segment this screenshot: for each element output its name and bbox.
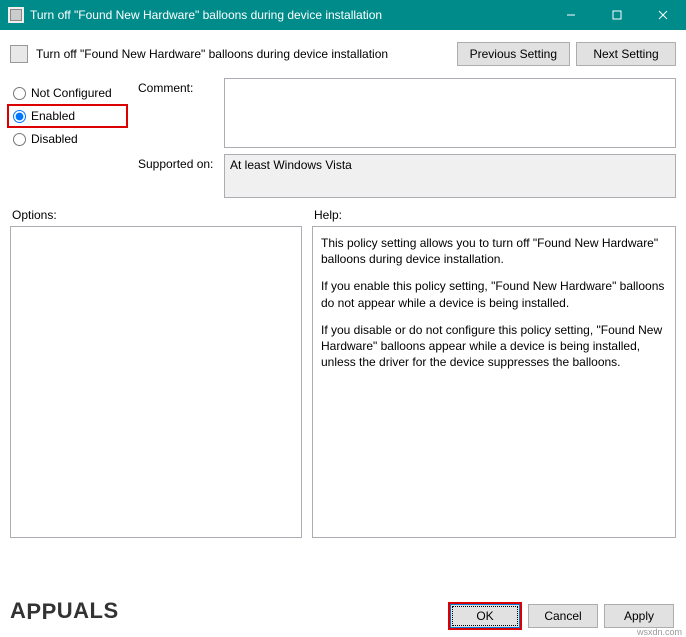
help-box[interactable]: This policy setting allows you to turn o… — [312, 226, 676, 538]
mid-section: Options: Help: This policy setting allow… — [10, 208, 676, 538]
title-bar: Turn off "Found New Hardware" balloons d… — [0, 0, 686, 30]
previous-setting-button[interactable]: Previous Setting — [457, 42, 570, 66]
options-column: Options: — [10, 208, 302, 538]
options-label: Options: — [10, 208, 302, 222]
help-paragraph-3: If you disable or do not configure this … — [321, 322, 667, 371]
state-radio-group: Not Configured Enabled Disabled — [10, 78, 128, 198]
minimize-button[interactable] — [548, 0, 594, 30]
radio-disabled-input[interactable] — [13, 133, 26, 146]
window-controls — [548, 0, 686, 30]
header-row: Turn off "Found New Hardware" balloons d… — [10, 38, 676, 74]
help-label: Help: — [312, 208, 676, 222]
radio-disabled-label: Disabled — [31, 132, 78, 146]
ok-highlight: OK — [448, 602, 522, 630]
gpedit-icon — [8, 7, 24, 23]
watermark-text-rest: UALS — [57, 598, 119, 624]
watermark-text-pp: PP — [26, 599, 56, 625]
radio-not-configured-input[interactable] — [13, 87, 26, 100]
comment-input[interactable] — [224, 78, 676, 148]
supported-row: Supported on: — [138, 154, 676, 198]
policy-icon — [10, 45, 28, 63]
radio-disabled[interactable]: Disabled — [10, 128, 128, 150]
window-title: Turn off "Found New Hardware" balloons d… — [30, 8, 548, 22]
help-paragraph-1: This policy setting allows you to turn o… — [321, 235, 667, 267]
nav-buttons: Previous Setting Next Setting — [457, 42, 676, 66]
ok-button[interactable]: OK — [450, 604, 520, 628]
watermark-text-a: A — [10, 598, 26, 624]
cancel-button[interactable]: Cancel — [528, 604, 598, 628]
radio-enabled-label: Enabled — [31, 109, 75, 123]
supported-label: Supported on: — [138, 154, 218, 198]
maximize-button[interactable] — [594, 0, 640, 30]
watermark-logo: APPUALS — [10, 598, 119, 624]
dialog-content: Turn off "Found New Hardware" balloons d… — [0, 30, 686, 546]
field-grid: Comment: Supported on: — [138, 78, 676, 198]
top-section: Not Configured Enabled Disabled Comment:… — [10, 78, 676, 198]
help-column: Help: This policy setting allows you to … — [312, 208, 676, 538]
policy-title: Turn off "Found New Hardware" balloons d… — [36, 47, 449, 61]
radio-not-configured[interactable]: Not Configured — [10, 82, 128, 104]
comment-label: Comment: — [138, 78, 218, 148]
radio-not-configured-label: Not Configured — [31, 86, 112, 100]
comment-row: Comment: — [138, 78, 676, 148]
help-paragraph-2: If you enable this policy setting, "Foun… — [321, 278, 667, 310]
options-box[interactable] — [10, 226, 302, 538]
next-setting-button[interactable]: Next Setting — [576, 42, 676, 66]
apply-button[interactable]: Apply — [604, 604, 674, 628]
radio-enabled-input[interactable] — [13, 110, 26, 123]
radio-enabled[interactable]: Enabled — [7, 104, 128, 128]
close-button[interactable] — [640, 0, 686, 30]
supported-value — [224, 154, 676, 198]
